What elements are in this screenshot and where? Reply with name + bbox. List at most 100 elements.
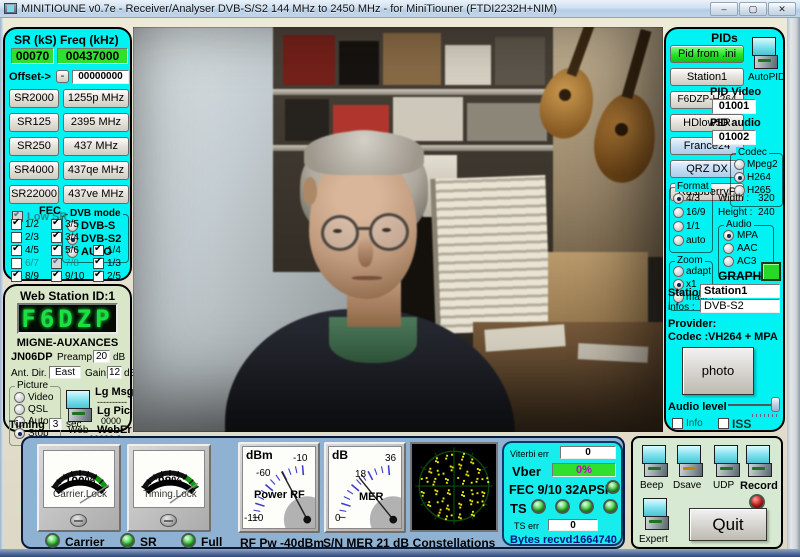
carrier-gauge: 100% Carrier.Lock xyxy=(37,444,121,532)
slider-thumb[interactable] xyxy=(771,397,780,412)
fec-checkbox[interactable] xyxy=(51,219,62,230)
fec-checkbox[interactable] xyxy=(11,245,22,256)
format-169-radio[interactable] xyxy=(673,207,684,218)
fec-checkbox[interactable] xyxy=(51,271,62,282)
fec-checkbox[interactable] xyxy=(51,258,62,269)
station-field[interactable]: Station1 xyxy=(700,284,780,298)
station1-button[interactable]: Station1 xyxy=(670,68,744,86)
pids-panel: PIDs Pid from .ini Station1 F6DZP-H264 H… xyxy=(664,27,785,432)
sr-led xyxy=(120,533,135,548)
infos-field[interactable]: DVB-S2 xyxy=(700,299,780,313)
sr-value-field[interactable]: 00070 xyxy=(11,48,54,64)
iss-label: ISS xyxy=(732,417,751,431)
gauge-knob[interactable] xyxy=(70,514,87,527)
audio-mpa-radio[interactable] xyxy=(723,230,734,241)
beep-switch[interactable] xyxy=(642,445,668,479)
pid-audio-field[interactable]: 01002 xyxy=(712,130,756,145)
full-led-label: Full xyxy=(201,535,222,549)
audio-aac-radio[interactable] xyxy=(723,243,734,254)
zoom-adapt-radio[interactable] xyxy=(673,266,684,277)
title-bar[interactable]: MINITIOUNE v0.7e - Receiver/Analyser DVB… xyxy=(0,0,800,18)
timing-unit: sec xyxy=(66,419,82,430)
preset-sr-button[interactable]: SR2000 xyxy=(9,89,59,108)
photo-button[interactable]: photo xyxy=(682,347,754,395)
timing-field[interactable]: 3 xyxy=(49,418,62,430)
preset-freq-button[interactable]: 437qe MHz xyxy=(63,161,129,180)
maximize-button[interactable]: ▢ xyxy=(739,2,767,16)
audio-ac3-radio[interactable] xyxy=(723,256,734,267)
fec-checkbox[interactable] xyxy=(93,258,104,269)
preamp-field[interactable]: 20 xyxy=(93,350,110,363)
timing-gauge: 98% Timing.Lock xyxy=(127,444,211,532)
format-11-label: 1/1 xyxy=(686,221,700,232)
close-button[interactable]: ✕ xyxy=(768,2,796,16)
viterbi-label: Viterbi err xyxy=(510,449,549,459)
quit-button[interactable]: Quit xyxy=(689,508,767,541)
meter-bar: 100% Carrier.Lock 98% Timing.Lock Carrie… xyxy=(21,436,625,549)
record-switch[interactable] xyxy=(746,445,772,479)
fec-checkbox[interactable] xyxy=(11,258,22,269)
preset-freq-button[interactable]: 1255p MHz xyxy=(63,89,129,108)
offset-value-field[interactable]: 00000000 xyxy=(72,70,129,84)
fec-checkbox[interactable] xyxy=(51,245,62,256)
offset-minus-button[interactable]: - xyxy=(56,70,69,83)
app-icon xyxy=(4,3,17,14)
constellation-display xyxy=(410,442,498,532)
info-label: Info xyxy=(686,418,703,429)
width-label: Width : xyxy=(718,193,749,204)
fec-label: 2/3 xyxy=(25,232,39,243)
fec-title: FEC xyxy=(39,205,61,217)
preset-sr-button[interactable]: SR250 xyxy=(9,137,59,156)
graph-indicator[interactable] xyxy=(761,262,781,281)
dvb-mode-title: DVB mode xyxy=(68,208,123,219)
freq-value-field[interactable]: 00437000 xyxy=(57,48,128,64)
codec-line-label: Codec : xyxy=(668,331,708,343)
picture-video-radio[interactable] xyxy=(14,392,25,403)
pid-video-field[interactable]: 01001 xyxy=(712,99,756,114)
pid-from-ini-button[interactable]: Pid from .ini xyxy=(670,45,744,63)
fec-checkbox[interactable] xyxy=(11,271,22,282)
udp-switch[interactable] xyxy=(714,445,740,479)
preset-freq-button[interactable]: 437 MHz xyxy=(63,137,129,156)
zoom-adapt-label: adapt xyxy=(686,266,711,277)
format-auto-label: auto xyxy=(686,235,705,246)
format-11-radio[interactable] xyxy=(673,221,684,232)
video-display[interactable] xyxy=(133,27,663,432)
preset-freq-button[interactable]: 437ve MHz xyxy=(63,185,129,204)
freq-label: Freq (kHz) xyxy=(60,33,119,47)
gain-field[interactable]: 12 xyxy=(107,366,122,379)
codec-h264-label: H264 xyxy=(747,172,771,183)
picture-qsl-radio[interactable] xyxy=(14,404,25,415)
fec-checkbox[interactable] xyxy=(51,232,62,243)
ant-dir-field[interactable]: East xyxy=(49,366,81,379)
preset-sr-button[interactable]: SR4000 xyxy=(9,161,59,180)
minimize-button[interactable]: – xyxy=(710,2,738,16)
autopid-switch[interactable] xyxy=(752,37,778,71)
audio-ac3-label: AC3 xyxy=(737,256,756,267)
ts-led xyxy=(555,499,570,514)
fec-checkbox[interactable] xyxy=(11,232,22,243)
preset-sr-button[interactable]: SR125 xyxy=(9,113,59,132)
codec-h264-radio[interactable] xyxy=(734,172,745,183)
fec-checkbox[interactable] xyxy=(93,245,104,256)
gain-label: Gain xyxy=(85,368,106,379)
format-43-radio[interactable] xyxy=(673,193,684,204)
mer-name: MER xyxy=(359,491,383,503)
fec-checkbox[interactable] xyxy=(11,219,22,230)
full-led xyxy=(181,533,196,548)
timing-lock-percent: 98% xyxy=(134,474,205,488)
audio-level-slider[interactable] xyxy=(728,397,780,419)
preset-sr-button[interactable]: SR22000 xyxy=(9,185,59,204)
gauge-knob[interactable] xyxy=(160,514,177,527)
info-checkbox[interactable] xyxy=(672,418,683,429)
format-auto-radio[interactable] xyxy=(673,235,684,246)
vber-field: 0% xyxy=(552,463,616,477)
picture-title: Picture xyxy=(15,380,50,391)
codec-mpeg2-radio[interactable] xyxy=(734,159,745,170)
preset-freq-button[interactable]: 2395 MHz xyxy=(63,113,129,132)
dsave-switch[interactable] xyxy=(677,445,703,479)
fec-checkbox[interactable] xyxy=(93,271,104,282)
ts-led xyxy=(579,499,594,514)
expert-switch[interactable] xyxy=(643,498,669,532)
iss-checkbox[interactable] xyxy=(718,418,729,429)
